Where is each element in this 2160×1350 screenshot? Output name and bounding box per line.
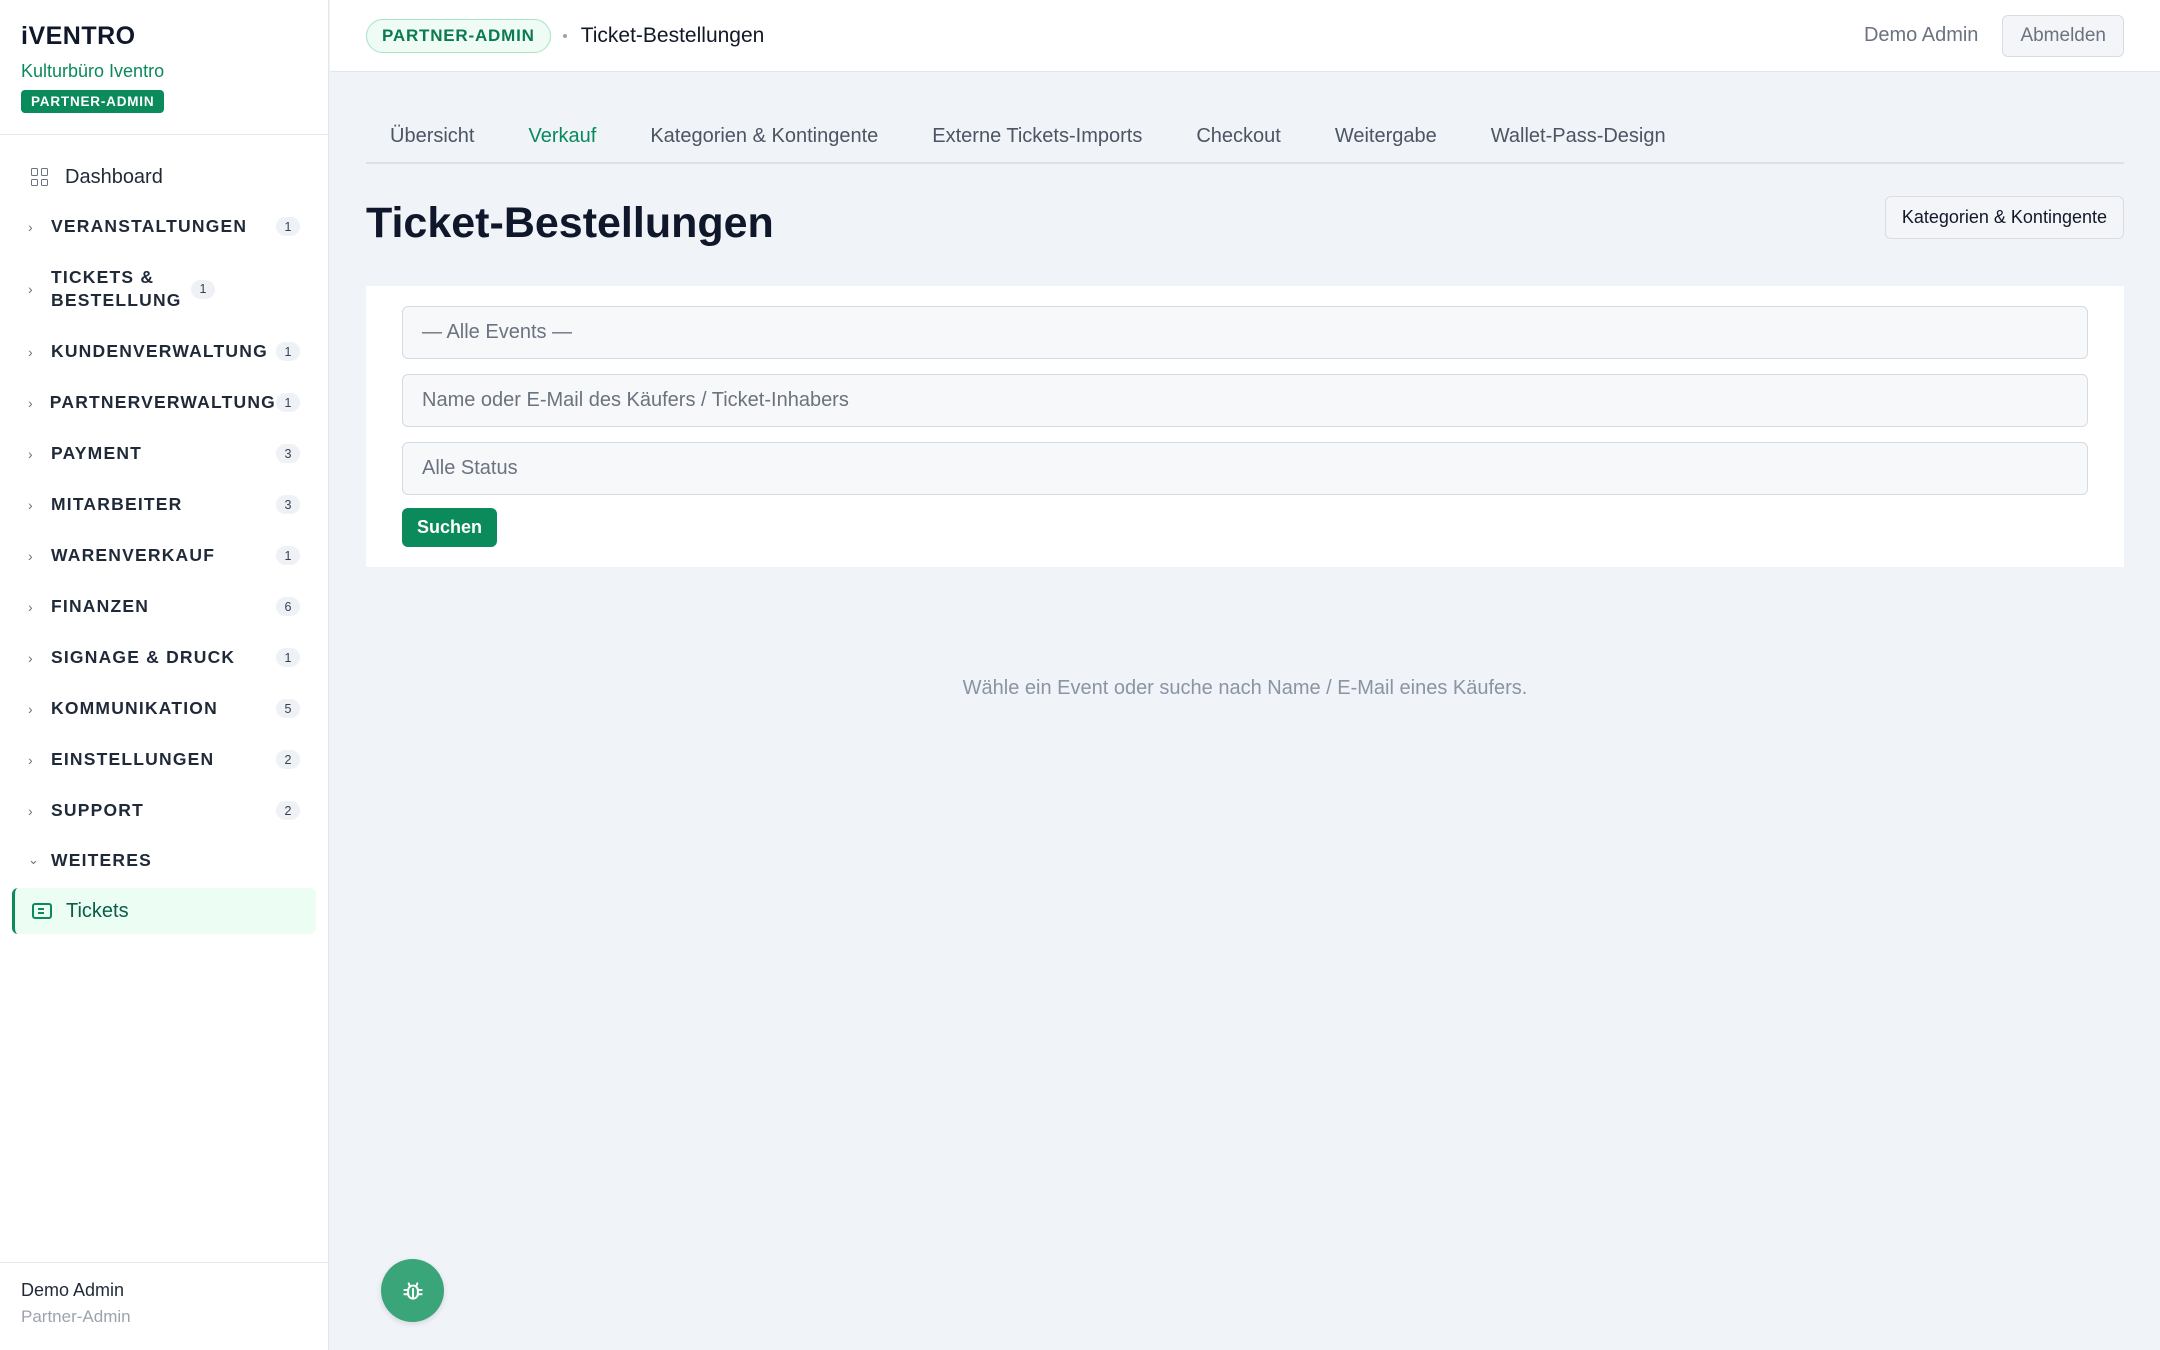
- sidebar-section-partnerverwaltung[interactable]: › PARTNERVERWALTUNG 1: [0, 377, 328, 428]
- sidebar-section-weiteres[interactable]: ⌄ WEITERES: [0, 836, 328, 884]
- current-user-name: Demo Admin: [1863, 24, 1979, 46]
- tab-externe-tickets-imports[interactable]: Externe Tickets-Imports: [932, 125, 1142, 162]
- sidebar-section-label: SUPPORT: [51, 800, 144, 820]
- sidebar-user-name: Demo Admin: [21, 1280, 125, 1300]
- chevron-right-icon: ›: [28, 394, 33, 411]
- sidebar-section-label: FINANZEN: [51, 596, 150, 616]
- page-header: Ticket-Bestellungen Kategorien & Konting…: [366, 196, 2124, 248]
- count-badge: 1: [276, 393, 300, 412]
- role-badge: PARTNER-ADMIN: [21, 90, 165, 113]
- sidebar-section-einstellungen[interactable]: › EINSTELLUNGEN 2: [0, 734, 328, 785]
- tab-weitergabe[interactable]: Weitergabe: [1335, 125, 1437, 162]
- sidebar-nav: Dashboard › VERANSTALTUNGEN 1 › TICKETS …: [0, 135, 328, 934]
- event-select[interactable]: — Alle Events —: [402, 306, 2088, 359]
- sidebar-section-label: TICKETS & BESTELLUNG: [51, 267, 182, 310]
- sidebar-user-footer: Demo Admin Partner-Admin: [0, 1262, 328, 1350]
- filter-card: — Alle Events — Alle Status Suchen: [366, 286, 2124, 567]
- sidebar-section-label: PARTNERVERWALTUNG: [49, 392, 276, 412]
- brand-block: iVENTRO Kulturbüro Iventro PARTNER-ADMIN: [0, 0, 328, 135]
- ticket-icon: [32, 903, 52, 919]
- sidebar-user-role: Partner-Admin: [21, 1307, 131, 1326]
- bug-report-button[interactable]: [381, 1259, 444, 1322]
- chevron-right-icon: ›: [28, 802, 33, 819]
- event-select-value: — Alle Events —: [422, 321, 573, 343]
- sidebar-section-label: MITARBEITER: [51, 494, 183, 514]
- grid-icon: [31, 168, 49, 186]
- count-badge: 3: [276, 495, 300, 514]
- sidebar-section-warenverkauf[interactable]: › WARENVERKAUF 1: [0, 530, 328, 581]
- sidebar-section-label: WEITERES: [51, 849, 152, 870]
- sidebar-item-tickets[interactable]: Tickets: [12, 888, 316, 934]
- sidebar-section-payment[interactable]: › PAYMENT 3: [0, 428, 328, 479]
- tab-checkout[interactable]: Checkout: [1196, 125, 1281, 162]
- chevron-right-icon: ›: [28, 343, 33, 360]
- sidebar-section-veranstaltungen[interactable]: › VERANSTALTUNGEN 1: [0, 201, 328, 252]
- sidebar-section-label: KUNDENVERWALTUNG: [51, 341, 268, 361]
- chevron-right-icon: ›: [28, 649, 33, 666]
- tab-kategorien-kontingente[interactable]: Kategorien & Kontingente: [650, 125, 878, 162]
- sidebar-section-label: EINSTELLUNGEN: [51, 749, 215, 769]
- chevron-right-icon: ›: [28, 547, 33, 564]
- sidebar-item-label: Dashboard: [65, 165, 163, 188]
- chevron-right-icon: ›: [28, 598, 33, 615]
- chevron-down-icon: ⌄: [28, 852, 39, 867]
- count-badge: 3: [276, 444, 300, 463]
- count-badge: 1: [276, 546, 300, 565]
- chevron-right-icon: ›: [28, 218, 33, 235]
- sidebar-section-finanzen[interactable]: › FINANZEN 6: [0, 581, 328, 632]
- tab-wallet-pass-design[interactable]: Wallet-Pass-Design: [1491, 125, 1666, 162]
- page-title: Ticket-Bestellungen: [366, 199, 774, 247]
- count-badge: 1: [276, 342, 300, 361]
- role-pill: PARTNER-ADMIN: [366, 18, 551, 53]
- topbar: PARTNER-ADMIN Ticket-Bestellungen Demo A…: [330, 0, 2160, 72]
- sidebar-item-dashboard[interactable]: Dashboard: [0, 153, 328, 201]
- sidebar-section-support[interactable]: › SUPPORT 2: [0, 785, 328, 836]
- chevron-right-icon: ›: [28, 496, 33, 513]
- chevron-right-icon: ›: [28, 281, 33, 297]
- search-field[interactable]: [402, 374, 2088, 427]
- organization-name: Kulturbüro Iventro: [21, 61, 165, 81]
- logout-button[interactable]: Abmelden: [2002, 14, 2124, 57]
- count-badge: 1: [191, 279, 215, 299]
- search-button[interactable]: Suchen: [402, 508, 498, 547]
- empty-state-message: Wähle ein Event oder suche nach Name / E…: [962, 677, 1528, 699]
- sidebar-item-label: Tickets: [66, 899, 129, 922]
- sidebar-section-label: WARENVERKAUF: [51, 545, 216, 565]
- breadcrumb-separator: [562, 33, 567, 38]
- chevron-right-icon: ›: [28, 751, 33, 768]
- bug-icon: [402, 1281, 423, 1300]
- tab-verkauf[interactable]: Verkauf: [528, 125, 596, 162]
- breadcrumb-title: Ticket-Bestellungen: [580, 23, 765, 47]
- status-select[interactable]: Alle Status: [402, 442, 2088, 495]
- count-badge: 6: [276, 597, 300, 616]
- sidebar: iVENTRO Kulturbüro Iventro PARTNER-ADMIN…: [0, 0, 329, 1350]
- categories-button[interactable]: Kategorien & Kontingente: [1884, 196, 2124, 239]
- count-badge: 1: [276, 648, 300, 667]
- sidebar-section-label: SIGNAGE & DRUCK: [51, 647, 236, 667]
- sidebar-section-label: KOMMUNIKATION: [51, 698, 218, 718]
- sidebar-section-signage-druck[interactable]: › SIGNAGE & DRUCK 1: [0, 632, 328, 683]
- sidebar-section-label: VERANSTALTUNGEN: [51, 216, 248, 236]
- chevron-right-icon: ›: [28, 700, 33, 717]
- main-content: Übersicht Verkauf Kategorien & Kontingen…: [366, 72, 2124, 700]
- sidebar-section-kundenverwaltung[interactable]: › KUNDENVERWALTUNG 1: [0, 326, 328, 377]
- tab-uebersicht[interactable]: Übersicht: [390, 125, 474, 162]
- count-badge: 1: [276, 217, 300, 236]
- sidebar-section-label: PAYMENT: [51, 443, 143, 463]
- search-input[interactable]: [422, 375, 2087, 426]
- count-badge: 2: [276, 750, 300, 769]
- brand-logo[interactable]: iVENTRO: [21, 22, 307, 51]
- sidebar-section-mitarbeiter[interactable]: › MITARBEITER 3: [0, 479, 328, 530]
- sidebar-section-kommunikation[interactable]: › KOMMUNIKATION 5: [0, 683, 328, 734]
- sidebar-section-tickets-bestellung[interactable]: › TICKETS & BESTELLUNG 1: [0, 252, 328, 326]
- status-select-value: Alle Status: [422, 457, 518, 479]
- count-badge: 2: [276, 801, 300, 820]
- chevron-right-icon: ›: [28, 445, 33, 462]
- tab-bar: Übersicht Verkauf Kategorien & Kontingen…: [366, 72, 2124, 164]
- count-badge: 5: [276, 699, 300, 718]
